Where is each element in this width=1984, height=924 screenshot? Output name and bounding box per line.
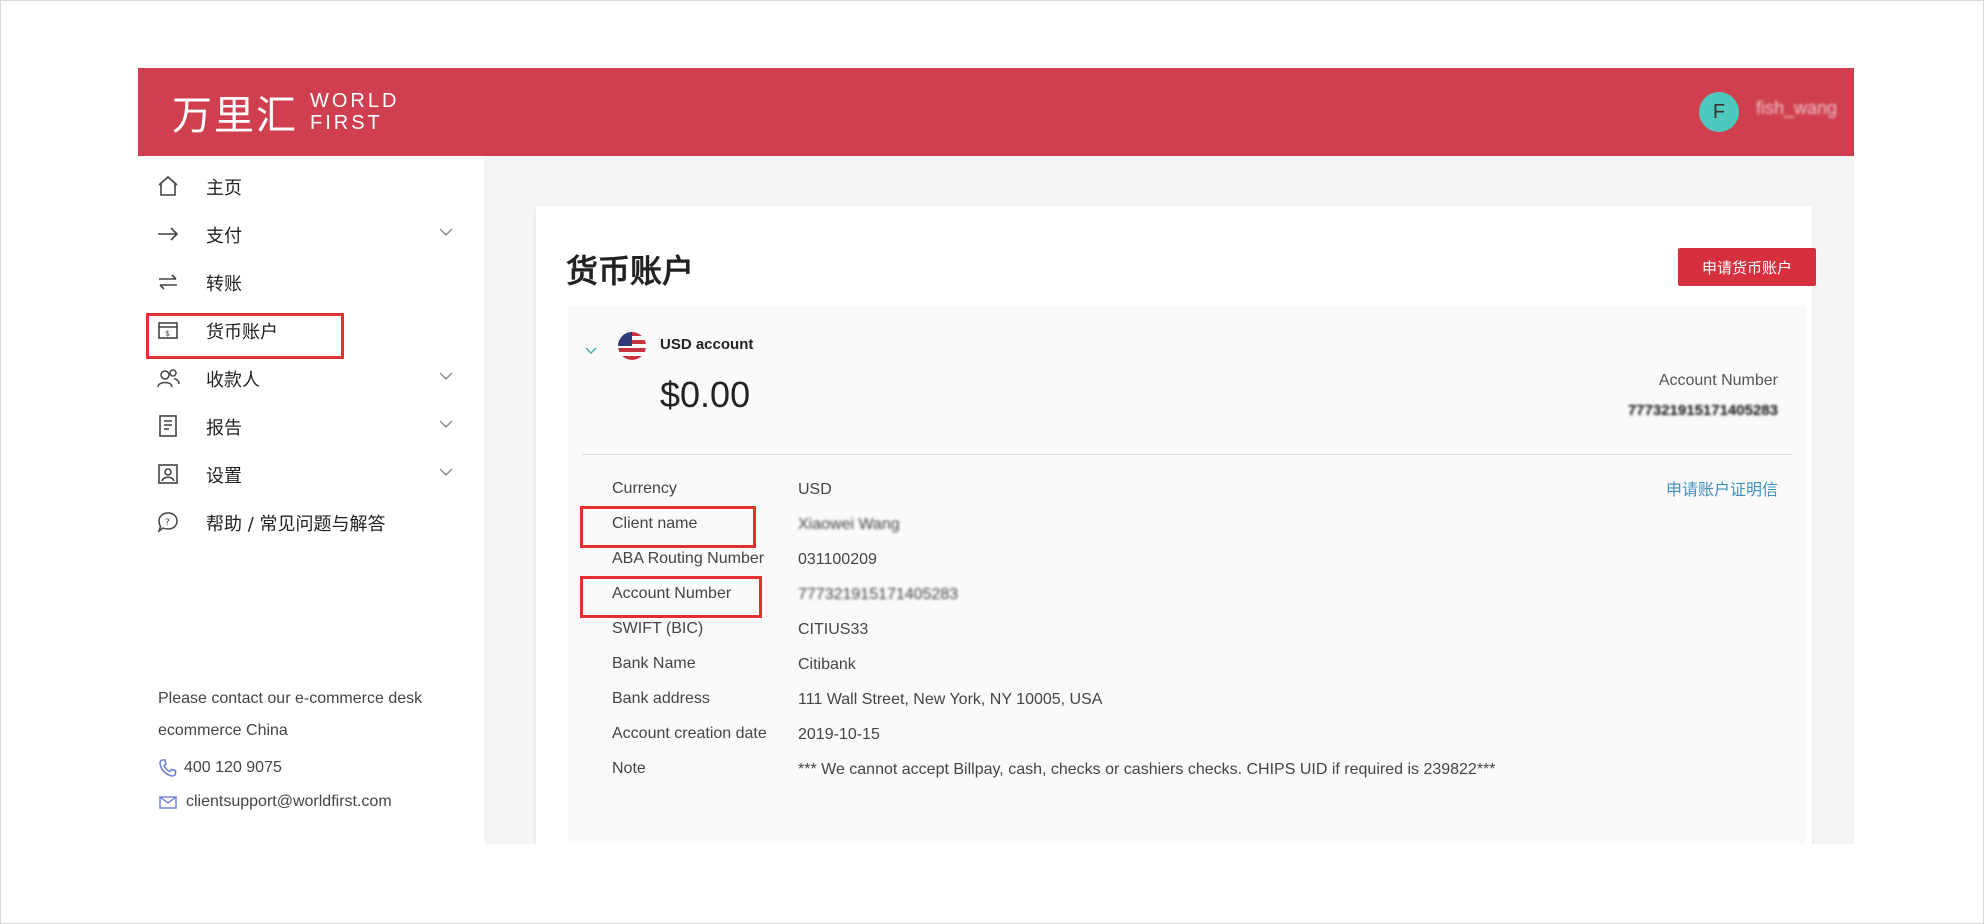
detail-value-currency: USD [798, 481, 832, 498]
divider [582, 454, 1792, 455]
app-window: 万里汇 WORLD FIRST F fish_wang 主页 支付 转账 $ 货… [138, 68, 1854, 844]
detail-label-note: Note [612, 760, 646, 777]
sidebar-item-label: 报告 [206, 418, 242, 439]
phone-icon [158, 758, 178, 778]
users-icon [156, 366, 180, 390]
settings-icon [156, 462, 180, 486]
logo-english: WORLD FIRST [310, 90, 399, 134]
sidebar-item-recipients[interactable]: 收款人 [138, 358, 484, 398]
svg-text:?: ? [165, 518, 170, 528]
detail-label-swift: SWIFT (BIC) [612, 620, 704, 637]
sidebar-item-label: 设置 [206, 466, 242, 487]
sidebar-item-label: 收款人 [206, 370, 260, 391]
sidebar-item-label: 主页 [206, 178, 242, 199]
detail-value-creation-date: 2019-10-15 [798, 726, 880, 743]
sidebar-item-label: 转账 [206, 274, 242, 295]
sidebar-item-reports[interactable]: 报告 [138, 406, 484, 446]
sidebar-item-label: 帮助 / 常见问题与解答 [206, 514, 386, 535]
help-icon: ? [156, 510, 180, 534]
detail-label-aba-routing: ABA Routing Number [612, 550, 765, 567]
detail-value-aba-routing: 031100209 [798, 551, 877, 568]
sidebar-item-home[interactable]: 主页 [138, 166, 484, 206]
email-link[interactable]: clientsupport@worldfirst.com [186, 793, 392, 811]
detail-value-account-number: 777321915171405283 [798, 586, 959, 603]
account-name: USD account [660, 336, 754, 353]
sidebar-item-settings[interactable]: 设置 [138, 454, 484, 494]
contact-text-line1: Please contact our e-commerce desk [158, 690, 423, 707]
contact-text-line2: ecommerce China [158, 722, 288, 739]
account-number-label: Account Number [1658, 372, 1778, 389]
mail-icon [158, 792, 178, 812]
detail-value-note: *** We cannot accept Billpay, cash, chec… [798, 761, 1496, 778]
page-title: 货币账户 [566, 252, 695, 290]
brand-logo[interactable]: 万里汇 WORLD FIRST [172, 82, 399, 142]
detail-label-bank-name: Bank Name [612, 655, 696, 672]
logo-chinese: 万里汇 [172, 93, 298, 139]
sidebar: 主页 支付 转账 $ 货币账户 收款人 报告 设置 ? 帮助 / 常见问题与解答… [138, 156, 484, 844]
us-flag-icon [618, 332, 646, 360]
sidebar-item-help[interactable]: ? 帮助 / 常见问题与解答 [138, 502, 484, 542]
detail-value-bank-name: Citibank [798, 656, 856, 673]
user-name[interactable]: fish_wang [1756, 98, 1837, 119]
detail-label-creation-date: Account creation date [612, 725, 767, 742]
user-avatar[interactable]: F [1699, 92, 1739, 132]
account-number-value: 777321915171405283 [1627, 402, 1778, 419]
detail-value-swift: CITIUS33 [798, 621, 869, 638]
accounts-card: 货币账户 申请货币账户 USD account $0.00 Account Nu… [536, 206, 1816, 844]
highlight-box-currency-accounts [146, 313, 344, 359]
chevron-down-icon [438, 416, 454, 432]
contact-email: clientsupport@worldfirst.com [158, 792, 392, 812]
main-content: 货币账户 申请货币账户 USD account $0.00 Account Nu… [484, 156, 1854, 844]
sidebar-item-label: 支付 [206, 226, 242, 247]
usd-account-panel: USD account $0.00 Account Number 7773219… [568, 306, 1806, 844]
report-icon [156, 414, 180, 438]
apply-currency-account-button[interactable]: 申请货币账户 [1678, 248, 1816, 286]
chevron-down-icon [438, 464, 454, 480]
detail-value-client-name: Xiaowei Wang [798, 516, 900, 533]
transfer-icon [156, 270, 180, 294]
detail-value-bank-address: 111 Wall Street, New York, NY 10005, USA [798, 691, 1103, 708]
highlight-box-account-number [580, 576, 762, 618]
logo-english-line1: WORLD [310, 90, 400, 112]
arrow-right-icon [156, 222, 180, 246]
detail-label-bank-address: Bank address [612, 690, 710, 707]
chevron-down-icon[interactable] [584, 344, 598, 358]
account-balance: $0.00 [660, 374, 751, 415]
sidebar-item-payments[interactable]: 支付 [138, 214, 484, 254]
request-certificate-link[interactable]: 申请账户证明信 [1666, 476, 1778, 500]
logo-english-line2: FIRST [310, 112, 383, 134]
top-bar: 万里汇 WORLD FIRST F fish_wang [138, 68, 1854, 156]
chevron-down-icon [438, 368, 454, 384]
contact-phone: 400 120 9075 [158, 758, 282, 778]
highlight-box-client-name [580, 506, 756, 548]
phone-number[interactable]: 400 120 9075 [184, 759, 282, 777]
home-icon [156, 174, 180, 198]
sidebar-item-transfer[interactable]: 转账 [138, 262, 484, 302]
detail-label-currency: Currency [612, 480, 677, 497]
chevron-down-icon [438, 224, 454, 240]
